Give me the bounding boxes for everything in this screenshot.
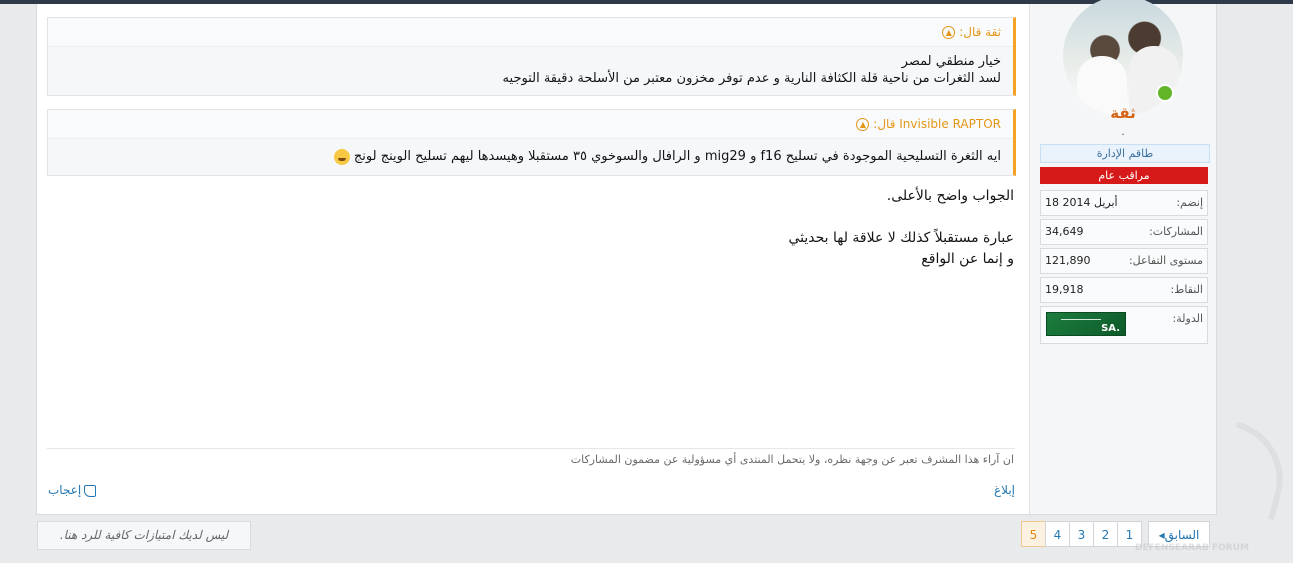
quote-line: ايه الثغرة التسليحية الموجودة في تسليح f… xyxy=(353,149,1001,164)
page-5[interactable]: 5 xyxy=(1021,521,1046,547)
like-button[interactable]: إعجاب xyxy=(48,483,97,497)
user-title: . xyxy=(1121,125,1125,138)
stat-label: المشاركات: xyxy=(1149,225,1203,238)
quote-line: لسد الثغرات من ناحية قلة الكثافة النارية… xyxy=(502,71,1001,86)
reply-line: الجواب واضح بالأعلى. xyxy=(886,188,1014,204)
username[interactable]: ثقة xyxy=(1030,104,1216,122)
arrow-up-circle-icon[interactable]: ▲ xyxy=(942,26,956,39)
report-link[interactable]: إبلاغ xyxy=(994,483,1015,497)
stat-label: الدولة: xyxy=(1172,312,1203,325)
stat-reactions: مستوى التفاعل: 121,890 xyxy=(1040,248,1208,274)
reply-line: و إنما عن الواقع xyxy=(921,251,1014,267)
stat-posts: المشاركات: 34,649 xyxy=(1040,219,1208,245)
watermark-text: DEFENSEARAB FORUM xyxy=(1135,543,1249,553)
page-4[interactable]: 4 xyxy=(1045,521,1070,547)
stat-label: مستوى التفاعل: xyxy=(1128,254,1203,267)
quote-block-1: ثقة قال: ▲ خيار منطقي لمصر لسد الثغرات م… xyxy=(47,17,1016,96)
stat-value: 18 أبريل 2014 xyxy=(1045,196,1118,209)
signature-divider xyxy=(47,448,1015,449)
quote-body: ايه الثغرة التسليحية الموجودة في تسليح f… xyxy=(48,139,1013,175)
thumbs-up-icon xyxy=(84,484,97,497)
online-status-icon xyxy=(1156,84,1174,102)
stat-country: الدولة: SA. xyxy=(1040,306,1208,344)
quote-line: خيار منطقي لمصر xyxy=(901,54,1001,69)
no-reply-notice: ليس لديك امتيازات كافية للرد هنا. xyxy=(37,521,251,550)
laughing-emoji-icon xyxy=(333,148,350,165)
staff-badge: طاقم الإدارة xyxy=(1040,144,1210,163)
saudi-flag-icon: SA. xyxy=(1046,312,1126,336)
stat-value[interactable]: 19,918 xyxy=(1045,283,1084,296)
like-label: إعجاب xyxy=(48,483,82,497)
stat-points: النقاط: 19,918 xyxy=(1040,277,1208,303)
stat-value[interactable]: 34,649 xyxy=(1045,225,1084,238)
arrow-up-circle-icon[interactable]: ▲ xyxy=(856,118,870,131)
quote-author[interactable]: Invisible RAPTOR قال: xyxy=(873,117,1001,131)
stat-label: النقاط: xyxy=(1170,283,1203,296)
stat-label: إنضم: xyxy=(1176,196,1203,209)
flag-text: SA. xyxy=(1101,323,1120,334)
quote-body: خيار منطقي لمصر لسد الثغرات من ناحية قلة… xyxy=(48,47,1013,95)
stat-value: 121,890 xyxy=(1045,254,1091,267)
quote-header[interactable]: ثقة قال: ▲ xyxy=(48,18,1013,47)
quote-block-2: Invisible RAPTOR قال: ▲ ايه الثغرة التسل… xyxy=(47,109,1016,176)
quote-header[interactable]: Invisible RAPTOR قال: ▲ xyxy=(48,110,1013,139)
page-2[interactable]: 2 xyxy=(1093,521,1118,547)
stat-joined: إنضم: 18 أبريل 2014 xyxy=(1040,190,1208,216)
page-3[interactable]: 3 xyxy=(1069,521,1094,547)
reply-line: عبارة مستقبلاً كذلك لا علاقة لها بحديثي xyxy=(788,230,1014,246)
quote-author[interactable]: ثقة قال: xyxy=(959,25,1001,39)
forum-watermark-logo: DEFENSEARAB FORUM xyxy=(1135,418,1293,563)
signature: ان آراء هذا المشرف تعبر عن وجهة نظره، ول… xyxy=(570,453,1014,466)
rank-badge: مراقب عام xyxy=(1040,167,1208,184)
post-container: ثقة . طاقم الإدارة مراقب عام إنضم: 18 أب… xyxy=(36,0,1217,515)
